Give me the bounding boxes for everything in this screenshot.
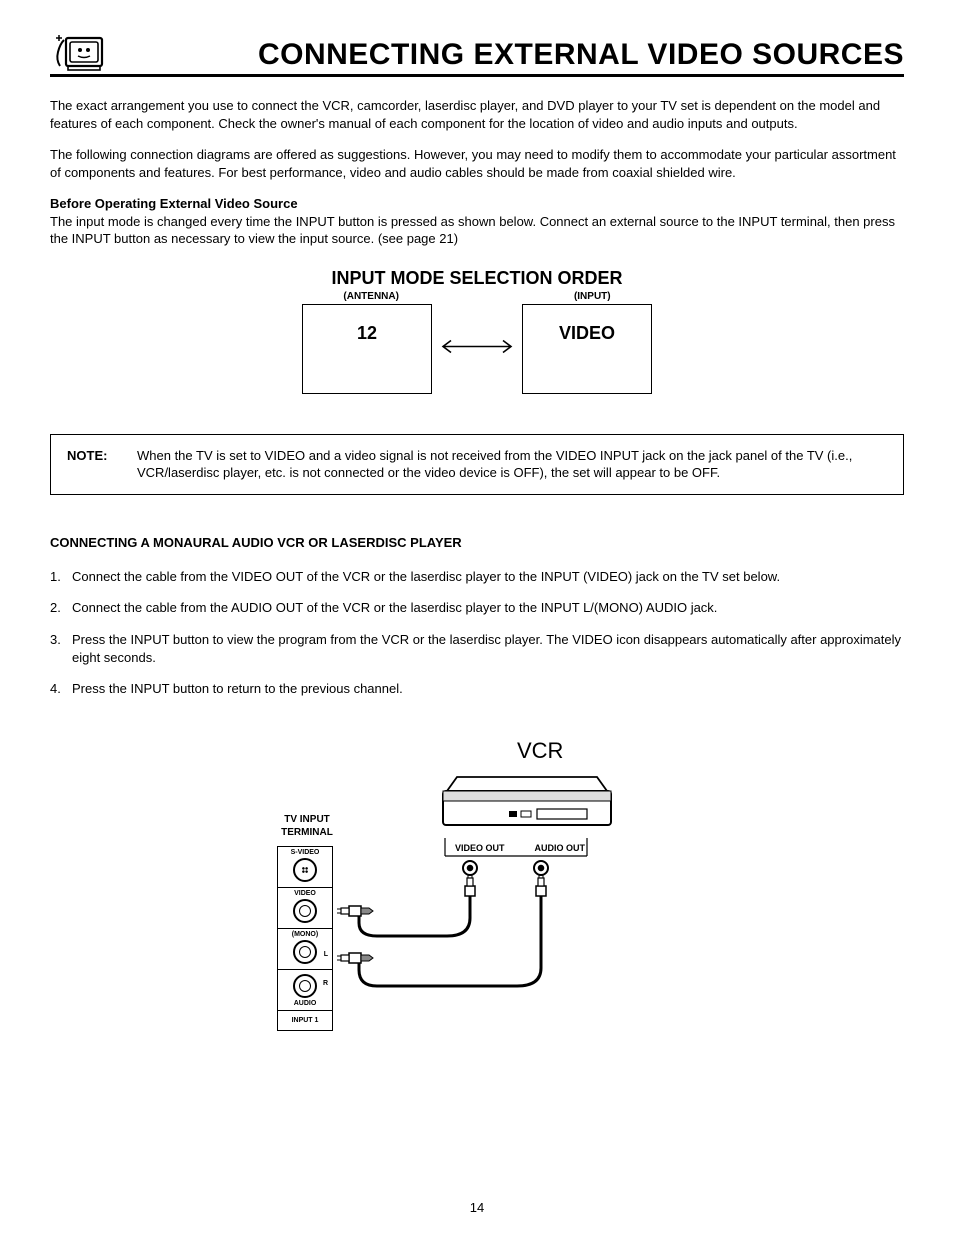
before-heading: Before Operating External Video Source [50,196,298,211]
input-mode-sublabels: (ANTENNA) (INPUT) [50,291,904,302]
before-text: The input mode is changed every time the… [50,214,895,247]
tv-cartoon-icon [50,30,106,72]
cables-icon [277,738,677,1118]
connection-diagram: VCR TV INPUT TERMINAL S-VIDEO VIDEO (MON… [277,738,677,1118]
note-label: NOTE: [67,447,137,482]
page-number: 14 [470,1200,484,1215]
note-box: NOTE: When the TV is set to VIDEO and a … [50,434,904,495]
step-4: 4.Press the INPUT button to return to th… [50,680,904,698]
steps-list: 1.Connect the cable from the VIDEO OUT o… [50,568,904,698]
before-operating-block: Before Operating External Video Source T… [50,195,904,248]
note-text: When the TV is set to VIDEO and a video … [137,447,887,482]
intro-paragraph-1: The exact arrangement you use to connect… [50,97,904,132]
monaural-heading: CONNECTING A MONAURAL AUDIO VCR OR LASER… [50,535,904,550]
video-box: VIDEO [522,304,652,394]
antenna-label: (ANTENNA) [343,291,399,302]
step-3: 3.Press the INPUT button to view the pro… [50,631,904,666]
intro-paragraph-2: The following connection diagrams are of… [50,146,904,181]
input-label: (INPUT) [574,291,611,302]
input-mode-boxes: 12 VIDEO [50,304,904,394]
step-1: 1.Connect the cable from the VIDEO OUT o… [50,568,904,586]
page-title: CONNECTING EXTERNAL VIDEO SOURCES [258,38,904,72]
page-header: CONNECTING EXTERNAL VIDEO SOURCES [50,30,904,77]
step-2: 2.Connect the cable from the AUDIO OUT o… [50,599,904,617]
double-arrow-icon [437,338,517,359]
antenna-box: 12 [302,304,432,394]
input-mode-title: INPUT MODE SELECTION ORDER [50,268,904,289]
input-mode-section: INPUT MODE SELECTION ORDER (ANTENNA) (IN… [50,268,904,394]
